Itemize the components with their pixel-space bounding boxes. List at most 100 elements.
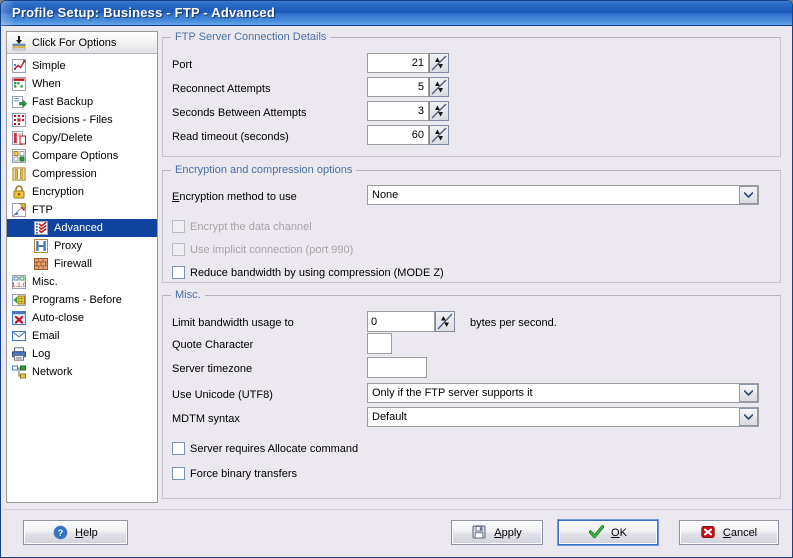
force-binary-label: Force binary transfers <box>190 467 297 480</box>
chevron-down-icon[interactable] <box>739 186 758 204</box>
sidebar-item-label: Decisions - Files <box>32 114 113 126</box>
sidebar-item-label: Email <box>32 330 60 342</box>
sidebar-item-when[interactable]: When <box>7 75 157 93</box>
reduce-bandwidth-label: Reduce bandwidth by using compression (M… <box>190 266 444 279</box>
sidebar-item-encryption[interactable]: Encryption <box>7 183 157 201</box>
encrypt-data-channel-checkbox[interactable] <box>172 220 185 233</box>
sidebar-item-label: Encryption <box>32 186 84 198</box>
ok-button-label: OK <box>611 526 627 539</box>
reduce-bandwidth-row[interactable]: Reduce bandwidth by using compression (M… <box>172 266 444 279</box>
use-unicode-combo[interactable]: Only if the FTP server supports it <box>367 383 759 403</box>
implicit-connection-row[interactable]: Use implicit connection (port 990) <box>172 243 353 256</box>
svg-text:?: ? <box>58 528 64 538</box>
read-timeout-input[interactable]: 60 <box>367 125 429 145</box>
sidebar-item-label: Compression <box>32 168 97 180</box>
sidebar-item-copy-delete[interactable]: Copy/Delete <box>7 129 157 147</box>
sidebar-item-network[interactable]: Network <box>7 363 157 381</box>
help-button[interactable]: ? Help <box>23 520 128 545</box>
sidebar-item-label: When <box>32 78 61 90</box>
options-tree[interactable]: Simple When Fast Backup Decisions - Files Co… <box>7 54 157 381</box>
misc-icon: 1.1.0 <box>11 274 27 290</box>
seconds-between-attempts-label: Seconds Between Attempts <box>172 107 307 119</box>
decisions-icon <box>11 112 27 128</box>
when-icon <box>11 76 27 92</box>
read-timeout-spinner[interactable] <box>429 125 449 145</box>
compare-icon <box>11 148 27 164</box>
reduce-bandwidth-checkbox[interactable] <box>172 266 185 279</box>
log-icon <box>11 346 27 362</box>
sidebar-item-compression[interactable]: Compression <box>7 165 157 183</box>
allocate-command-row[interactable]: Server requires Allocate command <box>172 442 358 455</box>
sidebar-item-ftp[interactable]: FTP <box>7 201 157 219</box>
advanced-icon <box>33 220 49 236</box>
ok-button[interactable]: OK <box>558 520 658 545</box>
seconds-between-attempts-input[interactable]: 3 <box>367 101 429 121</box>
bytes-per-second-label: bytes per second. <box>470 317 557 329</box>
dialog-button-bar: ? Help Apply OK Cancel <box>3 509 792 555</box>
mdtm-syntax-combo[interactable]: Default <box>367 407 759 427</box>
sidebar-item-log[interactable]: Log <box>7 345 157 363</box>
network-icon <box>11 364 27 380</box>
sidebar-item-label: Simple <box>32 60 66 72</box>
read-timeout-label: Read timeout (seconds) <box>172 131 289 143</box>
sidebar-item-label: Auto-close <box>32 312 84 324</box>
click-for-options-header[interactable]: Click For Options <box>7 32 157 54</box>
sidebar-item-programs-before[interactable]: Programs - Before <box>7 291 157 309</box>
mdtm-syntax-value: Default <box>372 411 407 423</box>
chevron-down-icon[interactable] <box>739 384 758 402</box>
server-timezone-input[interactable] <box>367 357 427 378</box>
sidebar-item-label: Advanced <box>54 222 103 234</box>
quote-character-input[interactable] <box>367 333 392 354</box>
encryption-compression-title: Encryption and compression options <box>171 164 357 176</box>
programs-icon <box>11 292 27 308</box>
email-icon <box>11 328 27 344</box>
reconnect-attempts-label: Reconnect Attempts <box>172 83 271 95</box>
sidebar-item-misc[interactable]: 1.1.0 Misc. <box>7 273 157 291</box>
sidebar-item-advanced[interactable]: Advanced <box>7 219 157 237</box>
encryption-method-label: Encryption method to use <box>172 191 297 203</box>
sidebar-item-firewall[interactable]: Firewall <box>7 255 157 273</box>
cancel-button[interactable]: Cancel <box>679 520 779 545</box>
options-tree-panel: Click For Options Simple When Fast Backup D… <box>6 31 158 503</box>
lock-icon <box>11 184 27 200</box>
force-binary-checkbox[interactable] <box>172 467 185 480</box>
use-unicode-value: Only if the FTP server supports it <box>372 387 533 399</box>
fast-backup-icon <box>11 94 27 110</box>
sidebar-item-decisions-files[interactable]: Decisions - Files <box>7 111 157 129</box>
cancel-icon <box>701 525 717 541</box>
sidebar-item-auto-close[interactable]: Auto-close <box>7 309 157 327</box>
reconnect-attempts-input[interactable]: 5 <box>367 77 429 97</box>
encrypt-data-channel-label: Encrypt the data channel <box>190 220 312 233</box>
ftp-icon <box>11 202 27 218</box>
port-input[interactable]: 21 <box>367 53 429 73</box>
seconds-between-attempts-spinner[interactable] <box>429 101 449 121</box>
simple-icon <box>11 58 27 74</box>
sidebar-item-simple[interactable]: Simple <box>7 57 157 75</box>
allocate-command-checkbox[interactable] <box>172 442 185 455</box>
svg-text:1.1.0: 1.1.0 <box>12 282 27 289</box>
sidebar-item-label: Copy/Delete <box>32 132 93 144</box>
title-bar[interactable]: Profile Setup: Business - FTP - Advanced <box>1 1 792 26</box>
click-for-options-label: Click For Options <box>32 36 117 49</box>
limit-bandwidth-input[interactable]: 0 <box>367 311 435 332</box>
apply-button[interactable]: Apply <box>451 520 543 545</box>
sidebar-item-fast-backup[interactable]: Fast Backup <box>7 93 157 111</box>
help-button-label: Help <box>75 526 98 539</box>
encrypt-data-channel-row[interactable]: Encrypt the data channel <box>172 220 312 233</box>
sidebar-item-proxy[interactable]: Proxy <box>7 237 157 255</box>
port-spinner[interactable] <box>429 53 449 73</box>
connection-details-title: FTP Server Connection Details <box>171 31 331 43</box>
sidebar-item-label: Network <box>32 366 73 378</box>
settings-panel: FTP Server Connection Details Port 21 Re… <box>162 31 788 503</box>
implicit-connection-checkbox[interactable] <box>172 243 185 256</box>
reconnect-attempts-spinner[interactable] <box>429 77 449 97</box>
sidebar-item-label: Compare Options <box>32 150 119 162</box>
sidebar-item-compare-options[interactable]: Compare Options <box>7 147 157 165</box>
sidebar-item-label: Proxy <box>54 240 83 252</box>
sidebar-item-email[interactable]: Email <box>7 327 157 345</box>
implicit-connection-label: Use implicit connection (port 990) <box>190 243 354 256</box>
force-binary-row[interactable]: Force binary transfers <box>172 467 297 480</box>
chevron-down-icon[interactable] <box>739 408 758 426</box>
encryption-method-combo[interactable]: None <box>367 185 759 205</box>
limit-bandwidth-spinner[interactable] <box>435 311 455 332</box>
